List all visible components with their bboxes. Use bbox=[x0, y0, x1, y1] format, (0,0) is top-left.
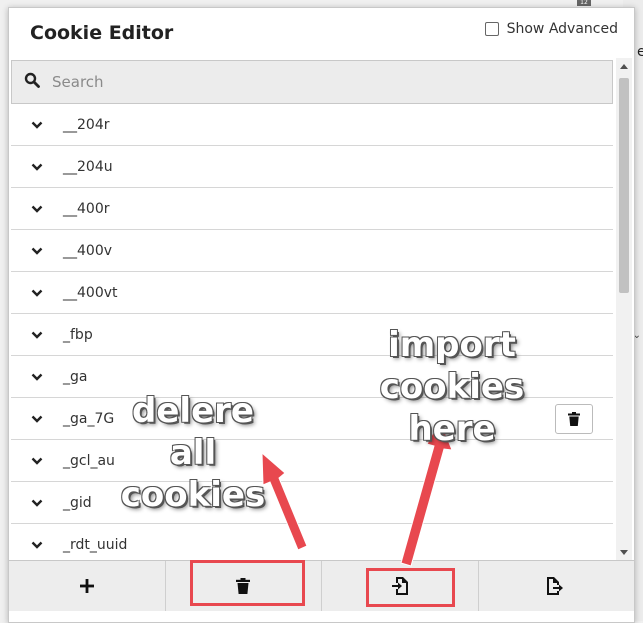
search-bar[interactable]: Search bbox=[11, 60, 613, 104]
cookie-row[interactable]: __204u bbox=[11, 146, 613, 188]
cookie-row[interactable]: _gid bbox=[11, 482, 613, 524]
search-input[interactable]: Search bbox=[52, 73, 104, 91]
search-icon bbox=[12, 72, 52, 92]
popup-title: Cookie Editor bbox=[30, 22, 174, 44]
import-highlight bbox=[366, 568, 455, 607]
annotation-import-line1: import cookies bbox=[379, 325, 525, 407]
annotation-delete-line1: delere all bbox=[132, 391, 254, 473]
chevron-down-icon[interactable] bbox=[31, 457, 53, 465]
scrollbar[interactable] bbox=[616, 58, 632, 560]
scroll-up-icon[interactable] bbox=[616, 58, 632, 74]
cookie-name: __204r bbox=[63, 116, 110, 133]
cookie-name: __400r bbox=[63, 200, 110, 217]
cookie-row[interactable]: __400vt bbox=[11, 272, 613, 314]
scrollbar-thumb[interactable] bbox=[619, 78, 629, 293]
show-advanced-label: Show Advanced bbox=[506, 21, 618, 37]
chevron-down-icon[interactable] bbox=[31, 247, 53, 255]
chevron-down-icon[interactable] bbox=[31, 163, 53, 171]
delete-all-highlight bbox=[190, 560, 305, 606]
cookie-name: _ga_7G bbox=[63, 410, 115, 427]
chevron-down-icon[interactable] bbox=[31, 373, 53, 381]
annotation-delete-all: delere all cookies bbox=[108, 390, 278, 516]
cookie-name: _rdt_uuid bbox=[63, 536, 128, 553]
cookie-row[interactable]: _rdt_uuid bbox=[11, 524, 613, 560]
plus-icon bbox=[79, 579, 94, 593]
cookie-name: __400v bbox=[63, 242, 113, 259]
annotation-import-line2: here bbox=[408, 409, 496, 449]
cookie-editor-popup: Cookie Editor Show Advanced Search __204… bbox=[8, 7, 635, 623]
cookie-row[interactable]: __400v bbox=[11, 230, 613, 272]
show-advanced-checkbox[interactable] bbox=[484, 22, 499, 36]
cookie-name: _ga bbox=[63, 368, 88, 385]
cookie-row[interactable]: __204r bbox=[11, 104, 613, 146]
export-icon bbox=[547, 577, 564, 595]
export-button[interactable] bbox=[479, 561, 635, 611]
cookie-row[interactable]: __400r bbox=[11, 188, 613, 230]
annotation-delete-line2: cookies bbox=[120, 475, 266, 515]
footer-toolbar bbox=[9, 560, 634, 611]
cookie-name: __204u bbox=[63, 158, 113, 175]
chevron-down-icon[interactable] bbox=[31, 541, 53, 549]
background-badge: 12 bbox=[577, 0, 591, 6]
chevron-down-icon[interactable] bbox=[31, 499, 53, 507]
show-advanced-toggle[interactable]: Show Advanced bbox=[484, 21, 618, 37]
scroll-down-icon[interactable] bbox=[616, 544, 632, 560]
chevron-down-icon[interactable] bbox=[31, 415, 53, 423]
cookie-name: _gid bbox=[63, 494, 92, 511]
chevron-down-icon[interactable] bbox=[31, 121, 53, 129]
annotation-import: import cookies here bbox=[332, 324, 572, 450]
background-text: e bbox=[637, 44, 643, 60]
chevron-down-icon[interactable] bbox=[31, 205, 53, 213]
cookie-name: _fbp bbox=[63, 326, 93, 343]
chevron-down-icon[interactable] bbox=[31, 289, 53, 297]
chevron-down-icon[interactable] bbox=[31, 331, 53, 339]
add-cookie-button[interactable] bbox=[9, 561, 166, 611]
cookie-name: __400vt bbox=[63, 284, 118, 301]
